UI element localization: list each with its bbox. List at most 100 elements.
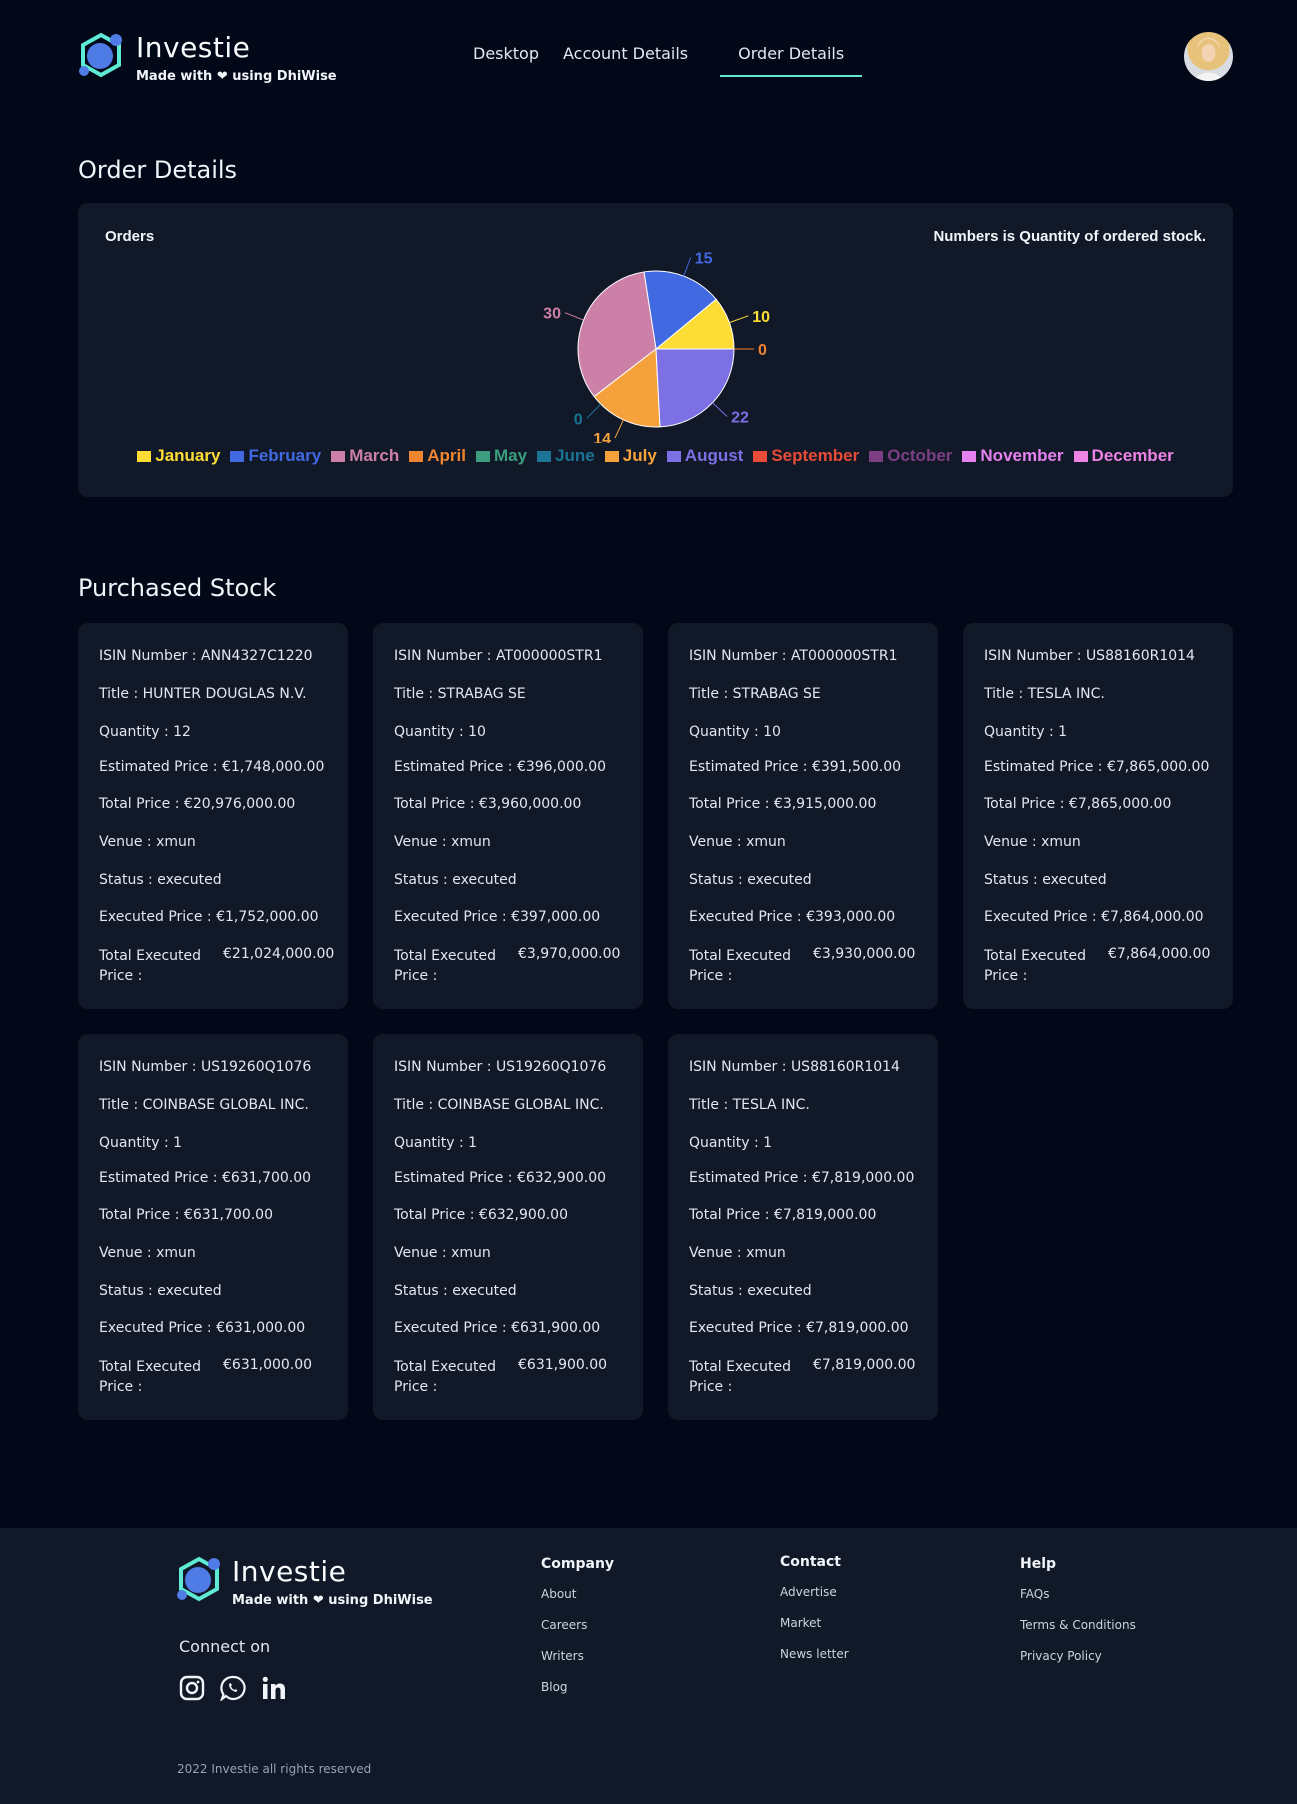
legend-item-august[interactable]: August	[666, 446, 743, 466]
stock-isin-label: ISIN Number :	[394, 1059, 492, 1075]
footer-link-newsletter[interactable]: News letter	[780, 1647, 849, 1661]
stock-venue: Venue : xmun	[984, 834, 1081, 850]
legend-item-october[interactable]: October	[869, 446, 952, 466]
stock-total-price-label: Total Price :	[394, 1207, 475, 1223]
stock-status-label: Status :	[394, 872, 448, 888]
stock-est-price-label: Estimated Price :	[99, 1170, 218, 1186]
stock-isin-label: ISIN Number :	[99, 1059, 197, 1075]
legend-swatch	[869, 450, 884, 462]
nav-order-details[interactable]: Order Details	[720, 44, 863, 77]
orders-chart-card: Orders Numbers is Quantity of ordered st…	[78, 203, 1233, 497]
footer-company: Company About Careers Writers Blog	[541, 1556, 614, 1711]
legend-swatch	[409, 450, 424, 462]
stock-title-value: TESLA INC.	[1027, 686, 1105, 702]
stock-total-price: Total Price : €3,960,000.00	[394, 796, 581, 812]
stock-total-exec-label: Total Executed Price :	[394, 948, 497, 984]
brand[interactable]: Investie Made with ❤ using DhiWise	[78, 32, 337, 84]
legend-item-july[interactable]: July	[604, 446, 657, 466]
legend-label: July	[622, 446, 657, 465]
footer-link-privacy[interactable]: Privacy Policy	[1020, 1649, 1136, 1663]
legend-item-june[interactable]: June	[537, 446, 595, 466]
stock-total-exec-value: €631,000.00	[223, 1357, 313, 1373]
stock-status-label: Status :	[99, 1283, 153, 1299]
stock-est-price: Estimated Price : €632,900.00	[394, 1170, 606, 1186]
stock-est-price: Estimated Price : €396,000.00	[394, 759, 606, 775]
legend-label: December	[1091, 446, 1174, 465]
legend-label: November	[980, 446, 1064, 465]
stock-title-label: Title :	[984, 686, 1024, 702]
stock-venue-label: Venue :	[99, 1245, 152, 1261]
footer-brand[interactable]: Investie Made with ❤ using DhiWise	[176, 1556, 433, 1608]
stock-venue-value: xmun	[156, 834, 196, 850]
whatsapp-icon[interactable]	[219, 1675, 246, 1702]
legend-item-december[interactable]: December	[1073, 446, 1174, 466]
stock-title-label: Title :	[99, 1097, 139, 1113]
pie-slice-august[interactable]	[655, 348, 735, 428]
stock-total-price-value: €632,900.00	[478, 1207, 568, 1223]
stock-est-price-label: Estimated Price :	[394, 759, 513, 775]
stock-exec-price-label: Executed Price :	[99, 1320, 212, 1336]
legend-item-april[interactable]: April	[409, 446, 466, 466]
avatar[interactable]	[1184, 32, 1233, 81]
legend-label: April	[427, 446, 466, 465]
stock-status-value: executed	[452, 1283, 517, 1299]
footer-link-about[interactable]: About	[541, 1587, 614, 1601]
legend-label: October	[887, 446, 953, 465]
stock-exec-price-value: €7,819,000.00	[806, 1320, 909, 1336]
stock-est-price-value: €632,900.00	[516, 1170, 607, 1186]
stock-total-exec-value: €7,819,000.00	[813, 1357, 916, 1373]
legend-item-february[interactable]: February	[230, 446, 321, 466]
stock-exec-price-value: €631,900.00	[511, 1320, 601, 1336]
stock-est-price-label: Estimated Price :	[394, 1170, 513, 1186]
footer-link-market[interactable]: Market	[780, 1616, 849, 1630]
footer-link-writers[interactable]: Writers	[541, 1649, 614, 1663]
footer-link-faqs[interactable]: FAQs	[1020, 1587, 1136, 1601]
legend-item-january[interactable]: January	[137, 446, 220, 466]
stock-title-value: STRABAG SE	[732, 686, 821, 702]
footer-link-terms[interactable]: Terms & Conditions	[1020, 1618, 1136, 1632]
legend-item-march[interactable]: March	[331, 446, 399, 466]
stock-isin: ISIN Number : US19260Q1076	[99, 1059, 311, 1075]
nav-desktop[interactable]: Desktop	[473, 44, 539, 77]
stock-total-price: Total Price : €3,915,000.00	[689, 796, 876, 812]
stock-card: ISIN Number : US19260Q1076 Title : COINBA…	[78, 1034, 348, 1420]
stock-isin-value: US88160R1014	[790, 1059, 900, 1075]
legend-item-may[interactable]: May	[476, 446, 527, 466]
stock-est-price-label: Estimated Price :	[689, 1170, 808, 1186]
pie-value-label: 15	[695, 250, 713, 267]
nav-account-details[interactable]: Account Details	[563, 44, 688, 77]
stock-title-value: COINBASE GLOBAL INC.	[142, 1097, 309, 1113]
legend-label: January	[155, 446, 221, 465]
stock-status: Status : executed	[394, 1283, 517, 1299]
stock-card: ISIN Number : AT000000STR1 Title : STRABA…	[373, 623, 643, 1009]
stock-status-value: executed	[452, 872, 517, 888]
instagram-icon[interactable]	[179, 1675, 205, 1701]
stock-quantity-value: 10	[763, 724, 781, 740]
stock-exec-price-label: Executed Price :	[984, 909, 1097, 925]
stock-isin: ISIN Number : ANN4327C1220	[99, 648, 313, 664]
stock-title-value: STRABAG SE	[437, 686, 526, 702]
legend-item-november[interactable]: November	[962, 446, 1064, 466]
footer-link-careers[interactable]: Careers	[541, 1618, 614, 1632]
stock-quantity-label: Quantity :	[99, 724, 169, 740]
connect-on-label: Connect on	[179, 1637, 271, 1656]
footer-link-blog[interactable]: Blog	[541, 1680, 614, 1694]
legend-item-september[interactable]: September	[753, 446, 859, 466]
stock-isin-value: ANN4327C1220	[200, 648, 313, 664]
stock-exec-price-label: Executed Price :	[689, 909, 802, 925]
stock-exec-price: Executed Price : €631,900.00	[394, 1320, 600, 1336]
legend-swatch	[230, 450, 245, 462]
stock-venue-label: Venue :	[394, 1245, 447, 1261]
stock-card: ISIN Number : US88160R1014 Title : TESLA …	[668, 1034, 938, 1420]
stock-status: Status : executed	[689, 872, 812, 888]
stock-isin-label: ISIN Number :	[394, 648, 492, 664]
linkedin-icon[interactable]	[261, 1675, 287, 1701]
copyright: 2022 Investie all rights reserved	[177, 1762, 372, 1776]
legend-swatch	[331, 450, 346, 462]
legend-swatch	[537, 450, 552, 462]
footer-link-advertise[interactable]: Advertise	[780, 1585, 849, 1599]
stock-total-price-value: €3,960,000.00	[478, 796, 582, 812]
stock-status-label: Status :	[689, 872, 743, 888]
stock-est-price-value: €7,819,000.00	[811, 1170, 915, 1186]
pie-value-label: 0	[574, 411, 583, 428]
